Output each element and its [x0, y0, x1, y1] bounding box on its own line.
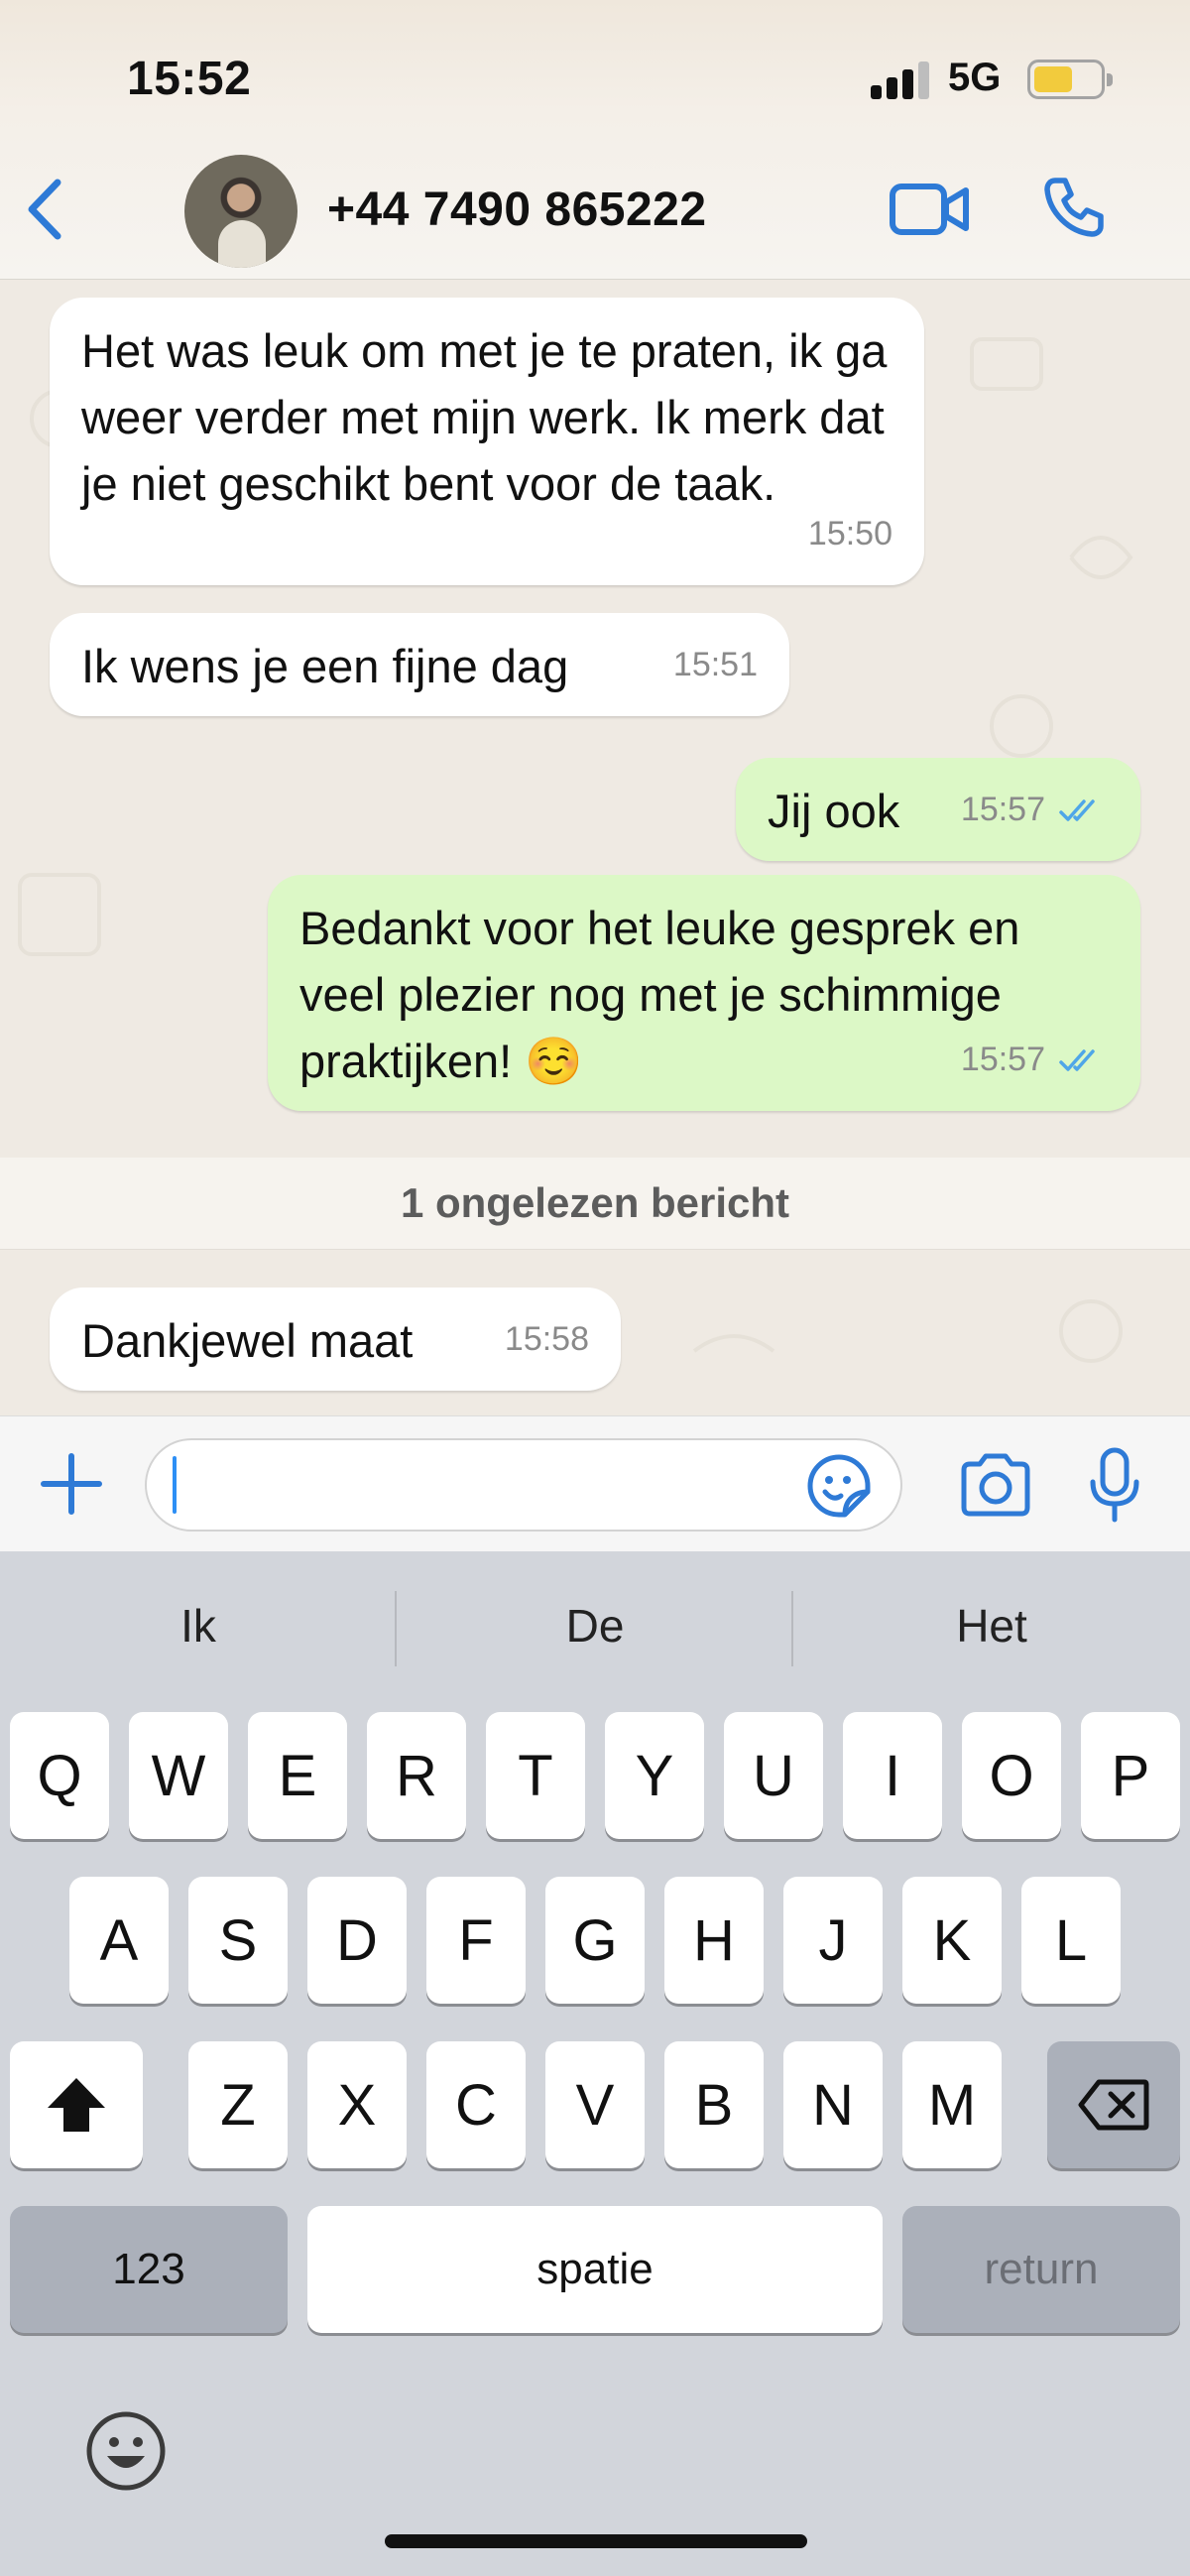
chat-header: 15:52 5G +44 7490 865222 [0, 0, 1190, 280]
key-m[interactable]: M [902, 2041, 1002, 2168]
unread-messages-banner: 1 ongelezen bericht [0, 1158, 1190, 1249]
home-indicator [385, 2534, 807, 2548]
message-bubble-outgoing[interactable]: Bedankt voor het leuke gesprek en veel p… [268, 875, 1140, 1111]
key-h[interactable]: H [664, 1877, 764, 2004]
sticker-button[interactable] [805, 1452, 873, 1520]
key-j[interactable]: J [783, 1877, 883, 2004]
message-time: 15:58 [504, 1320, 589, 1358]
key-s[interactable]: S [188, 1877, 288, 2004]
key-q[interactable]: Q [10, 1712, 109, 1839]
message-text: Dankjewel maat [81, 1314, 414, 1367]
chevron-left-icon [28, 179, 61, 240]
message-text: Jij ook [768, 785, 900, 837]
key-t[interactable]: T [486, 1712, 585, 1839]
key-l[interactable]: L [1021, 1877, 1121, 2004]
message-bubble-incoming[interactable]: Het was leuk om met je te praten, ik ga … [50, 298, 924, 585]
chat-area[interactable]: Het was leuk om met je te praten, ik ga … [0, 280, 1190, 1415]
contact-avatar[interactable] [184, 155, 298, 268]
key-g[interactable]: G [545, 1877, 645, 2004]
key-w[interactable]: W [129, 1712, 228, 1839]
emoji-icon [86, 2411, 166, 2491]
read-receipt-icon [1059, 1048, 1095, 1071]
key-y[interactable]: Y [605, 1712, 704, 1839]
key-i[interactable]: I [843, 1712, 942, 1839]
message-time: 15:57 [960, 791, 1045, 828]
key-n[interactable]: N [783, 2041, 883, 2168]
key-u[interactable]: U [724, 1712, 823, 1839]
message-time: 15:51 [672, 646, 758, 683]
delete-key[interactable] [1047, 2041, 1180, 2168]
suggestion-2[interactable]: De [397, 1581, 793, 1670]
microphone-button[interactable] [1087, 1446, 1142, 1524]
message-bubble-incoming[interactable]: Ik wens je een fijne dag 15:51 [50, 613, 789, 716]
return-key[interactable]: return [902, 2206, 1180, 2333]
key-r[interactable]: R [367, 1712, 466, 1839]
key-v[interactable]: V [545, 2041, 645, 2168]
voice-call-button[interactable] [1041, 175, 1107, 240]
message-text: Ik wens je een fijne dag [81, 640, 569, 692]
key-c[interactable]: C [426, 2041, 526, 2168]
back-button[interactable] [22, 175, 71, 244]
key-f[interactable]: F [426, 1877, 526, 2004]
shift-key[interactable] [10, 2041, 143, 2168]
key-k[interactable]: K [902, 1877, 1002, 2004]
key-z[interactable]: Z [188, 2041, 288, 2168]
sticker-icon [807, 1454, 871, 1518]
message-bubble-outgoing[interactable]: Jij ook 15:57 [736, 758, 1140, 861]
microphone-icon [1090, 1447, 1139, 1523]
key-a[interactable]: A [69, 1877, 169, 2004]
message-text: Het was leuk om met je te praten, ik ga … [81, 324, 888, 510]
predictive-suggestions: Ik De Het [0, 1551, 1190, 1702]
video-camera-icon [890, 184, 969, 235]
read-receipt-icon [1059, 798, 1095, 821]
key-d[interactable]: D [307, 1877, 407, 2004]
message-time: 15:57 [960, 1041, 1045, 1078]
signal-strength-icon [871, 61, 932, 99]
key-e[interactable]: E [248, 1712, 347, 1839]
shift-arrow-icon [48, 2078, 105, 2132]
text-cursor [173, 1456, 177, 1514]
message-bubble-incoming[interactable]: Dankjewel maat 15:58 [50, 1288, 621, 1391]
key-x[interactable]: X [307, 2041, 407, 2168]
battery-icon [1027, 60, 1113, 99]
attach-button[interactable] [38, 1450, 105, 1518]
message-text: Bedankt voor het leuke gesprek en veel p… [299, 902, 1020, 1087]
video-call-button[interactable] [889, 179, 970, 240]
key-b[interactable]: B [664, 2041, 764, 2168]
status-time: 15:52 [127, 53, 252, 105]
camera-icon [961, 1453, 1030, 1517]
phone-icon [1044, 178, 1104, 237]
keyboard: Ik De Het Q W E R T Y U I O P A S D F G … [0, 1551, 1190, 2576]
key-p[interactable]: P [1081, 1712, 1180, 1839]
message-composer [0, 1415, 1190, 1551]
key-o[interactable]: O [962, 1712, 1061, 1839]
suggestion-1[interactable]: Ik [0, 1581, 397, 1670]
space-key[interactable]: spatie [307, 2206, 883, 2333]
numbers-key[interactable]: 123 [10, 2206, 288, 2333]
message-input[interactable] [145, 1438, 902, 1532]
contact-name[interactable]: +44 7490 865222 [327, 183, 707, 237]
message-time: 15:50 [807, 515, 892, 552]
camera-button[interactable] [958, 1452, 1033, 1518]
suggestion-3[interactable]: Het [793, 1581, 1190, 1670]
plus-icon [41, 1453, 102, 1515]
emoji-keyboard-button[interactable] [83, 2408, 169, 2494]
backspace-icon [1078, 2079, 1149, 2131]
network-type: 5G [948, 56, 1002, 99]
